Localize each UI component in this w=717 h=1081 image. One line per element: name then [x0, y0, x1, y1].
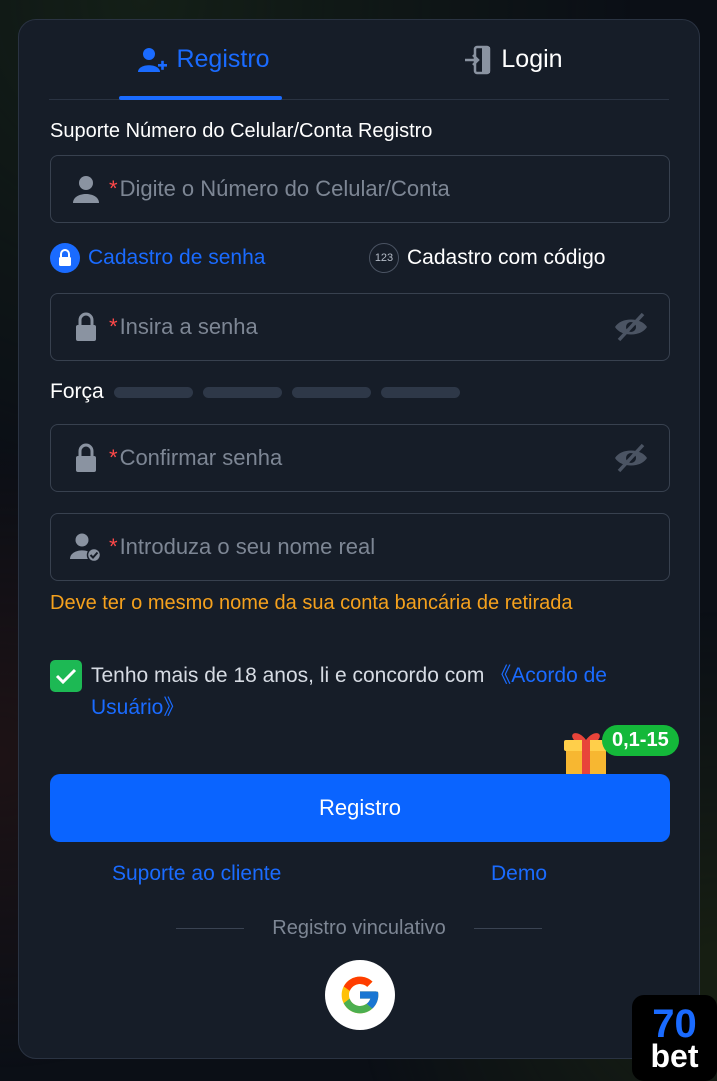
google-login-button[interactable] — [325, 960, 395, 1030]
agree-checkbox[interactable] — [50, 660, 82, 692]
password-input[interactable] — [119, 314, 590, 340]
brand-logo: 70 bet — [632, 995, 717, 1081]
name-warning: Deve ter o mesmo nome da sua conta bancá… — [50, 592, 573, 614]
mode-code[interactable]: 123 Cadastro com código — [369, 243, 605, 273]
agreement-text: Tenho mais de 18 anos, li e concordo com… — [91, 660, 671, 724]
strength-label: Força — [50, 380, 104, 403]
eye-off-icon[interactable] — [613, 442, 649, 479]
required-mark: * — [109, 176, 118, 201]
divider-text: Registro vinculativo — [272, 916, 446, 939]
tab-registro-label: Registro — [176, 45, 270, 73]
confirm-password-input[interactable] — [119, 445, 590, 471]
footer-links: Suporte ao cliente Demo — [50, 862, 670, 892]
register-panel: Registro Login Suporte Número do Celular… — [18, 19, 700, 1059]
demo-link[interactable]: Demo — [491, 862, 547, 886]
tab-login-label: Login — [501, 45, 563, 73]
user-plus-icon — [138, 47, 168, 72]
tab-registro[interactable]: Registro — [49, 20, 359, 100]
google-icon — [341, 976, 379, 1014]
password-field[interactable]: * — [50, 293, 670, 361]
required-mark: * — [109, 534, 118, 559]
strength-segment — [291, 386, 371, 398]
eye-off-icon[interactable] — [613, 311, 649, 348]
real-name-field[interactable]: * — [50, 513, 670, 581]
bonus-badge[interactable]: 0,1-15 — [562, 723, 702, 779]
lock-icon — [50, 243, 80, 273]
lock-icon — [69, 441, 103, 475]
mode-password[interactable]: Cadastro de senha — [50, 243, 265, 273]
user-check-icon — [69, 530, 103, 564]
123-icon: 123 — [369, 243, 399, 273]
login-door-icon — [465, 45, 491, 74]
mode-code-label: Cadastro com código — [407, 246, 606, 269]
auth-tabs: Registro Login — [49, 20, 669, 100]
register-mode-selector: Cadastro de senha 123 Cadastro com códig… — [50, 243, 670, 275]
tab-login[interactable]: Login — [359, 20, 669, 99]
strength-segment — [113, 386, 193, 398]
strength-segment — [202, 386, 282, 398]
brand-line2: bet — [650, 1038, 699, 1074]
strength-segment — [380, 386, 460, 398]
required-mark: * — [109, 445, 118, 470]
divider-line — [176, 927, 244, 929]
real-name-input[interactable] — [119, 534, 590, 560]
account-field[interactable]: * — [50, 155, 670, 223]
divider-line — [474, 927, 542, 929]
check-icon — [55, 668, 77, 685]
user-icon — [69, 172, 103, 206]
lock-icon — [69, 310, 103, 344]
support-title: Suporte Número do Celular/Conta Registro — [50, 120, 433, 142]
customer-support-link[interactable]: Suporte ao cliente — [112, 862, 281, 886]
password-strength: Força — [50, 380, 470, 404]
bonus-amount: 0,1-15 — [602, 725, 679, 756]
register-submit-button[interactable]: Registro — [50, 774, 670, 842]
agreement-label: Tenho mais de 18 anos, li e concordo com — [91, 664, 491, 687]
confirm-password-field[interactable]: * — [50, 424, 670, 492]
social-divider: Registro vinculativo — [176, 913, 542, 943]
mode-password-label: Cadastro de senha — [88, 246, 266, 269]
account-input[interactable] — [119, 176, 590, 202]
required-mark: * — [109, 314, 118, 339]
